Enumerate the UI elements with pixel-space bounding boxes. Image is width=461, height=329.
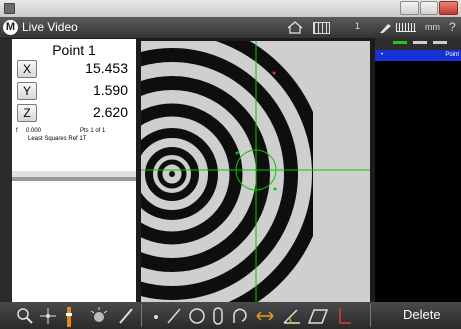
window-title-bar xyxy=(0,0,461,17)
pen-tool-icon[interactable] xyxy=(118,307,134,325)
z-axis-button[interactable]: Z xyxy=(17,104,37,122)
x-axis-button[interactable]: X xyxy=(17,60,37,78)
angle-tool-icon[interactable] xyxy=(282,307,302,325)
count-label: 1 xyxy=(355,21,361,31)
f-value: 0.000 xyxy=(26,128,42,134)
list-item-label: Point xyxy=(445,52,459,58)
list-tabs xyxy=(375,38,461,50)
fit-method: Least Squares xyxy=(28,136,67,142)
parallelogram-tool-icon[interactable] xyxy=(308,307,328,325)
system-menu-icon[interactable] xyxy=(4,3,15,14)
magnifier-icon[interactable] xyxy=(16,307,34,325)
home-icon[interactable] xyxy=(287,21,303,34)
reference: Ref 1T xyxy=(68,136,87,142)
point-marker-icon: • xyxy=(381,52,384,58)
tab-indicator[interactable] xyxy=(433,41,447,44)
delete-button[interactable]: Delete xyxy=(403,307,441,322)
feature-list: • Point xyxy=(375,38,461,302)
app-title: Live Video xyxy=(22,20,78,34)
y-axis-button[interactable]: Y xyxy=(17,82,37,100)
perpendicular-tool-icon[interactable] xyxy=(336,307,352,325)
maximize-button[interactable] xyxy=(419,1,439,15)
minimize-button[interactable] xyxy=(400,1,419,15)
bottom-toolbar: Delete xyxy=(0,302,461,329)
live-video-view[interactable] xyxy=(141,41,370,302)
close-button[interactable] xyxy=(439,1,459,15)
list-item-selected[interactable]: • Point xyxy=(375,50,461,61)
dro-panel: Point 1 X 15.453 Y 1.590 Z 2.620 f 0.000… xyxy=(12,39,136,177)
slot-tool-icon[interactable] xyxy=(212,307,224,325)
circle-tool-icon[interactable] xyxy=(188,307,206,325)
light-tool-icon[interactable] xyxy=(63,307,75,327)
line-tool-icon[interactable] xyxy=(166,307,182,325)
arc-tool-icon[interactable] xyxy=(230,307,248,325)
target-image xyxy=(141,41,370,302)
f-label: f xyxy=(16,128,18,134)
feature-list-panel[interactable] xyxy=(12,181,136,302)
z-value: 2.620 xyxy=(92,104,128,120)
probe-icon[interactable] xyxy=(378,21,392,34)
tab-indicator[interactable] xyxy=(413,41,427,44)
feature-title: Point 1 xyxy=(52,42,96,58)
crosshair-tool-icon[interactable] xyxy=(40,307,56,325)
edge-detect-icon[interactable] xyxy=(90,307,108,325)
feature-info: f 0.000 Pts 1 of 1 Least Squares Ref 1T xyxy=(16,128,134,142)
grid-icon[interactable] xyxy=(313,22,330,34)
point-tool-icon[interactable] xyxy=(150,307,162,325)
x-value: 15.453 xyxy=(85,60,128,76)
app-logo[interactable]: M xyxy=(3,20,18,35)
app-toolbar: M Live Video 1 mm ? xyxy=(0,17,461,38)
tab-indicator-active[interactable] xyxy=(393,41,407,44)
units-label[interactable]: mm xyxy=(425,22,440,32)
ruler-icon[interactable] xyxy=(396,23,416,32)
help-button[interactable]: ? xyxy=(449,20,456,34)
distance-tool-icon[interactable] xyxy=(256,307,274,325)
points-count: Pts 1 of 1 xyxy=(80,128,106,134)
left-edge-strip xyxy=(0,39,12,302)
y-value: 1.590 xyxy=(92,82,128,98)
window-controls xyxy=(400,1,459,15)
